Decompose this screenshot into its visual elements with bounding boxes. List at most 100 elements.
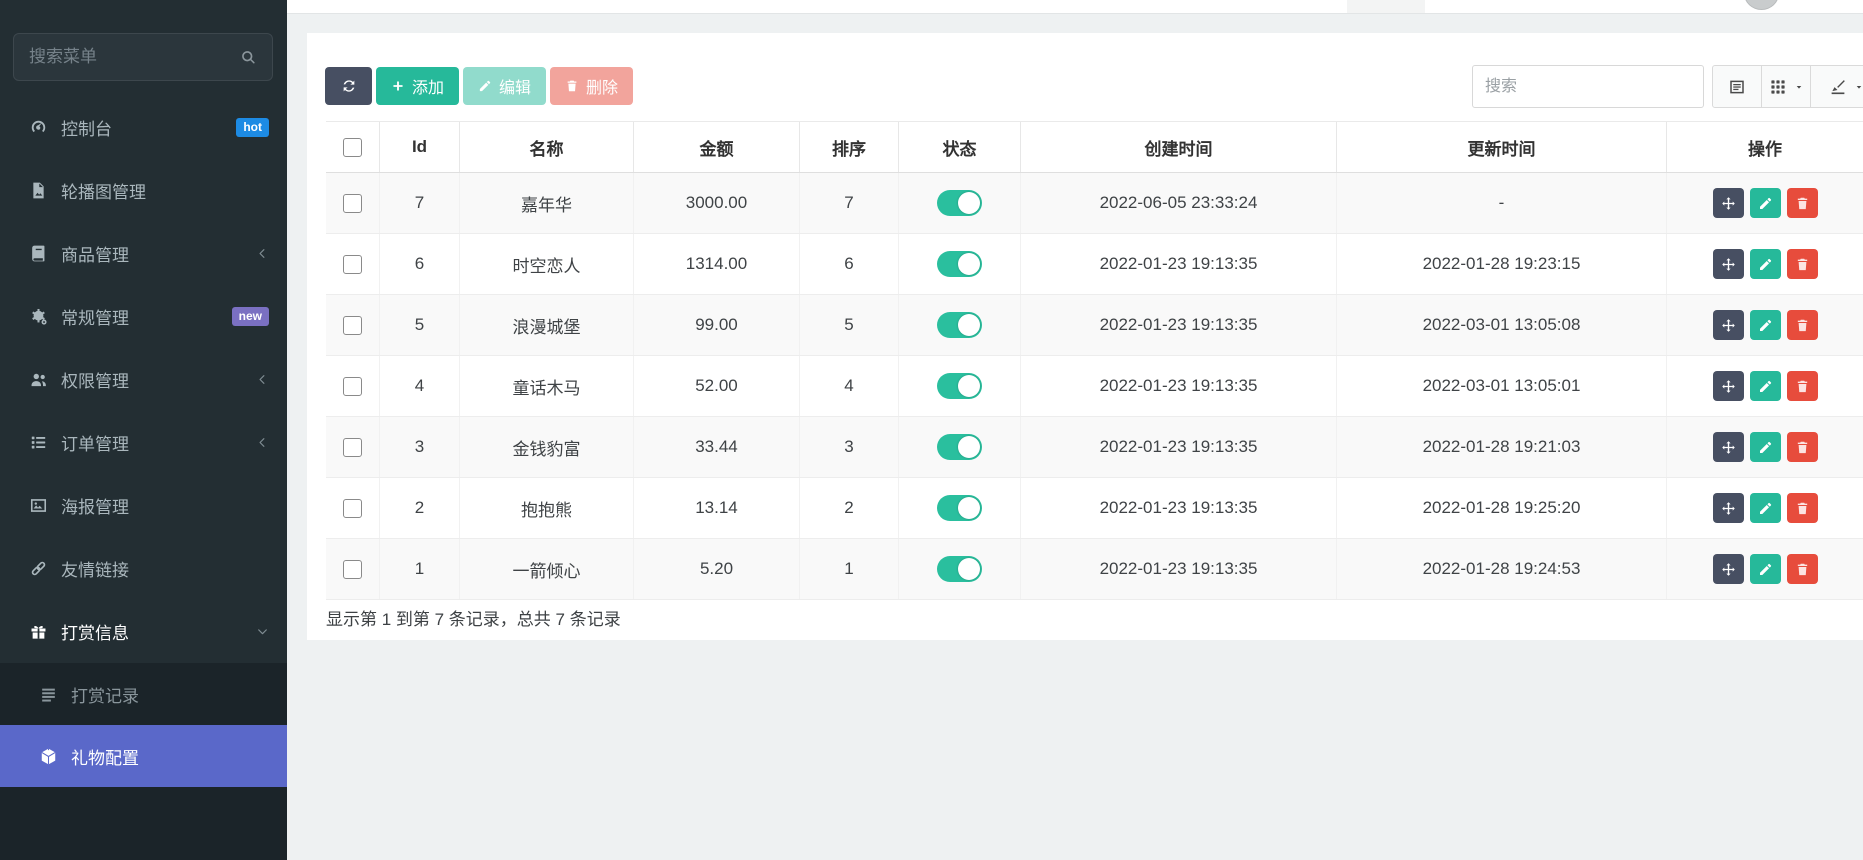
edit-row-button[interactable] xyxy=(1750,493,1781,523)
header-created[interactable]: 创建时间 xyxy=(1021,122,1337,172)
drag-button[interactable] xyxy=(1713,249,1744,279)
drag-button[interactable] xyxy=(1713,493,1744,523)
edit-row-button[interactable] xyxy=(1750,371,1781,401)
move-icon xyxy=(1721,379,1736,394)
drag-button[interactable] xyxy=(1713,554,1744,584)
drag-button[interactable] xyxy=(1713,310,1744,340)
sidebar-subitem-label: 礼物配置 xyxy=(71,744,139,769)
cell-id: 6 xyxy=(380,234,460,294)
delete-row-button[interactable] xyxy=(1787,554,1818,584)
cell-created: 2022-01-23 19:13:35 xyxy=(1021,417,1337,477)
sidebar-search-input[interactable] xyxy=(14,47,225,67)
drag-button[interactable] xyxy=(1713,188,1744,218)
table-view-controls xyxy=(1712,65,1863,108)
cell-name: 金钱豹富 xyxy=(460,417,634,477)
row-checkbox[interactable] xyxy=(343,316,362,335)
columns-button[interactable] xyxy=(1761,65,1811,108)
edit-row-button[interactable] xyxy=(1750,432,1781,462)
trash-icon xyxy=(1795,257,1810,272)
edit-row-button[interactable] xyxy=(1750,188,1781,218)
cell-id: 1 xyxy=(380,539,460,599)
drag-button[interactable] xyxy=(1713,432,1744,462)
status-toggle[interactable] xyxy=(937,373,982,399)
delete-row-button[interactable] xyxy=(1787,188,1818,218)
delete-row-button[interactable] xyxy=(1787,310,1818,340)
row-checkbox[interactable] xyxy=(343,560,362,579)
select-all-checkbox[interactable] xyxy=(343,138,362,157)
trash-icon xyxy=(565,79,579,93)
header-status[interactable]: 状态 xyxy=(899,122,1021,172)
sidebar-item-2[interactable]: 商品管理 xyxy=(0,222,287,285)
delete-button[interactable]: 删除 xyxy=(550,67,633,105)
sidebar-item-label: 海报管理 xyxy=(61,493,269,518)
sidebar-submenu: 打赏记录礼物配置 xyxy=(0,663,287,860)
header-sort[interactable]: 排序 xyxy=(800,122,899,172)
status-toggle[interactable] xyxy=(937,434,982,460)
cell-updated: 2022-01-28 19:25:20 xyxy=(1337,478,1667,538)
delete-row-button[interactable] xyxy=(1787,432,1818,462)
export-button[interactable] xyxy=(1810,65,1863,108)
cube-icon xyxy=(39,747,58,766)
drag-button[interactable] xyxy=(1713,371,1744,401)
header-id[interactable]: Id xyxy=(380,122,460,172)
sidebar-item-label: 友情链接 xyxy=(61,556,269,581)
row-checkbox[interactable] xyxy=(343,377,362,396)
sidebar-item-4[interactable]: 权限管理 xyxy=(0,348,287,411)
status-toggle[interactable] xyxy=(937,251,982,277)
status-toggle[interactable] xyxy=(937,190,982,216)
new-badge: new xyxy=(232,307,269,325)
cell-sort: 1 xyxy=(800,539,899,599)
book-icon xyxy=(29,244,48,263)
top-header-bar xyxy=(287,0,1863,14)
delete-row-button[interactable] xyxy=(1787,371,1818,401)
search-icon[interactable] xyxy=(240,49,257,66)
row-checkbox[interactable] xyxy=(343,438,362,457)
carousel-image-icon xyxy=(29,181,48,200)
sidebar-item-5[interactable]: 订单管理 xyxy=(0,411,287,474)
sidebar-item-1[interactable]: 轮播图管理 xyxy=(0,159,287,222)
delete-row-button[interactable] xyxy=(1787,249,1818,279)
edit-row-button[interactable] xyxy=(1750,249,1781,279)
hot-badge: hot xyxy=(236,118,269,136)
status-toggle[interactable] xyxy=(937,495,982,521)
row-checkbox[interactable] xyxy=(343,194,362,213)
add-button[interactable]: 添加 xyxy=(376,67,459,105)
sidebar-item-label: 控制台 xyxy=(61,115,236,140)
table-row: 4童话木马52.0042022-01-23 19:13:352022-03-01… xyxy=(326,356,1863,417)
user-avatar[interactable] xyxy=(1744,0,1779,10)
sidebar-item-label: 商品管理 xyxy=(61,241,256,266)
toggle-detail-view-button[interactable] xyxy=(1712,65,1762,108)
edit-row-button[interactable] xyxy=(1750,554,1781,584)
header-amount[interactable]: 金额 xyxy=(634,122,800,172)
status-toggle[interactable] xyxy=(937,556,982,582)
cell-sort: 2 xyxy=(800,478,899,538)
status-toggle[interactable] xyxy=(937,312,982,338)
cell-created: 2022-01-23 19:13:35 xyxy=(1021,295,1337,355)
edit-row-button[interactable] xyxy=(1750,310,1781,340)
table-header-row: Id 名称 金额 排序 状态 创建时间 更新时间 操作 xyxy=(326,121,1863,173)
header-name[interactable]: 名称 xyxy=(460,122,634,172)
sidebar-item-3[interactable]: 常规管理new xyxy=(0,285,287,348)
header-updated[interactable]: 更新时间 xyxy=(1337,122,1667,172)
sidebar-item-0[interactable]: 控制台hot xyxy=(0,96,287,159)
pencil-icon xyxy=(1758,318,1773,333)
sidebar-subitem-partial[interactable] xyxy=(0,787,287,819)
delete-row-button[interactable] xyxy=(1787,493,1818,523)
table-search-input[interactable] xyxy=(1472,65,1704,108)
list-icon xyxy=(29,433,48,452)
row-checkbox[interactable] xyxy=(343,499,362,518)
refresh-button[interactable] xyxy=(325,67,372,105)
cell-id: 5 xyxy=(380,295,460,355)
sidebar-item-label: 轮播图管理 xyxy=(61,178,269,203)
sidebar-subitem-1[interactable]: 礼物配置 xyxy=(0,725,287,787)
edit-button[interactable]: 编辑 xyxy=(463,67,546,105)
sidebar-subitem-0[interactable]: 打赏记录 xyxy=(0,663,287,725)
row-checkbox[interactable] xyxy=(343,255,362,274)
sidebar-item-7[interactable]: 友情链接 xyxy=(0,537,287,600)
export-icon xyxy=(1829,78,1847,96)
trash-icon xyxy=(1795,318,1810,333)
sidebar-item-6[interactable]: 海报管理 xyxy=(0,474,287,537)
caret-down-icon xyxy=(1854,82,1863,92)
cell-sort: 3 xyxy=(800,417,899,477)
sidebar-item-8[interactable]: 打赏信息 xyxy=(0,600,287,663)
